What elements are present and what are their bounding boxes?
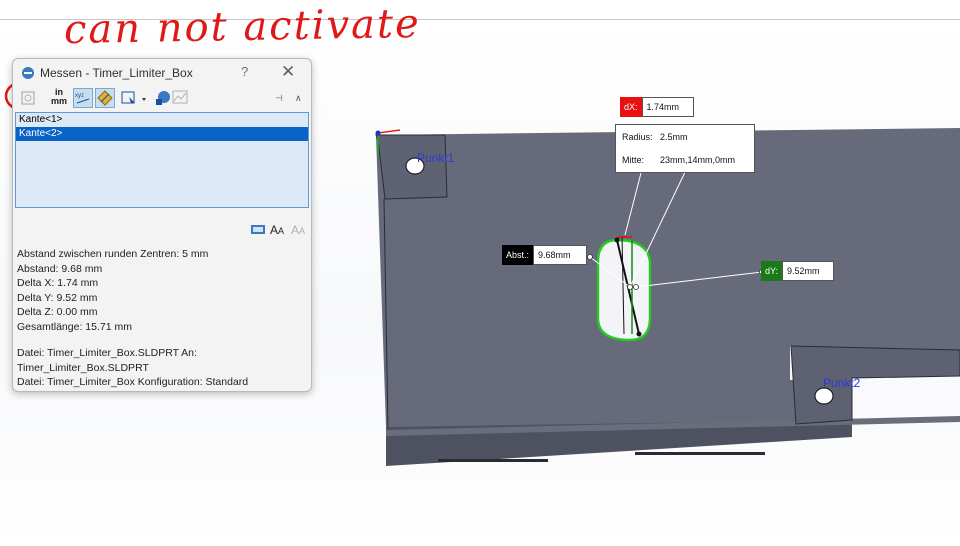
units-precision-button[interactable]: in mm: [50, 88, 68, 108]
file-info-line: Timer_Limiter_Box.SLDPRT: [17, 361, 149, 374]
radius-callout[interactable]: Radius: 2.5mm Mitte: 23mm,14mm,0mm: [615, 124, 755, 173]
help-button[interactable]: ?: [241, 64, 248, 79]
abst-callout[interactable]: Abst.: 9.68mm: [502, 245, 588, 265]
result-line: Delta Y: 9.52 mm: [17, 291, 98, 304]
dx-value: 1.74mm: [641, 97, 694, 117]
dialog-title: Messen - Timer_Limiter_Box: [40, 66, 193, 80]
svg-text:A: A: [278, 226, 284, 236]
units-bottom-label: mm: [50, 96, 67, 106]
point-to-point-icon[interactable]: [95, 88, 115, 108]
result-line: Gesamtlänge: 15.71 mm: [17, 320, 132, 333]
result-line: Abstand: 9.68 mm: [17, 262, 103, 275]
dy-key: dY:: [761, 261, 783, 281]
measure-dialog[interactable]: Messen - Timer_Limiter_Box ? ✕ in mm xyz…: [12, 58, 312, 392]
dx-callout[interactable]: dX: 1.74mm: [620, 97, 694, 117]
history-graph-icon[interactable]: [171, 88, 191, 108]
dialog-toolbar: in mm xyz ⊣ ∧: [13, 87, 311, 111]
result-line: Abstand zwischen runden Zentren: 5 mm: [17, 248, 209, 260]
arc-circle-measure-icon[interactable]: [17, 88, 39, 108]
result-line: Delta X: 1.74 mm: [17, 277, 99, 289]
font-size-icon[interactable]: AA: [270, 223, 284, 237]
svg-text:A: A: [291, 223, 299, 237]
svg-text:xyz: xyz: [75, 93, 84, 99]
mitte-key: Mitte:: [622, 155, 645, 165]
measure-app-icon: [22, 67, 34, 79]
show-xyz-icon[interactable]: xyz: [73, 88, 93, 108]
file-info-line: Datei: Timer_Limiter_Box Konfiguration: …: [17, 376, 249, 388]
abst-value: 9.68mm: [533, 245, 588, 265]
measure-results: Abstand zwischen runden Zentren: 5 mm Ab…: [17, 247, 307, 334]
hole-punkt2: [814, 387, 834, 405]
point1-label: Punkt1: [417, 151, 455, 165]
close-button[interactable]: ✕: [281, 62, 295, 82]
dialog-titlebar[interactable]: Messen - Timer_Limiter_Box ? ✕: [13, 59, 311, 87]
result-line: Delta Z: 0.00 mm: [17, 306, 98, 318]
radius-key: Radius:: [622, 132, 653, 142]
abst-key: Abst.:: [502, 245, 534, 265]
svg-text:A: A: [270, 223, 278, 237]
dy-value: 9.52mm: [782, 261, 835, 281]
selection-item-kante2[interactable]: Kante<2>: [16, 127, 308, 141]
file-info: Datei: Timer_Limiter_Box.SLDPRT An: Time…: [17, 346, 307, 390]
result-tools: AA AA: [249, 221, 309, 237]
projection-dropdown-icon[interactable]: [119, 88, 149, 108]
selection-list[interactable]: Kante<1> Kante<2>: [15, 112, 309, 208]
part-step-right: [790, 345, 960, 425]
dy-callout[interactable]: dY: 9.52mm: [761, 261, 835, 281]
svg-text:A: A: [299, 226, 305, 236]
file-info-line: Datei: Timer_Limiter_Box.SLDPRT An:: [17, 347, 197, 359]
annotation-text: can not activate: [63, 0, 422, 54]
selection-item-kante1[interactable]: Kante<1>: [16, 113, 308, 127]
point2-label: Punkt2: [823, 376, 861, 390]
pin-button[interactable]: ⊣: [275, 88, 287, 108]
mitte-value: 23mm,14mm,0mm: [660, 155, 736, 165]
radius-value: 2.5mm: [660, 132, 688, 142]
copy-results-icon[interactable]: [251, 225, 265, 234]
font-size-disabled-icon[interactable]: AA: [291, 223, 305, 237]
dx-key: dX:: [620, 97, 642, 117]
collapse-button[interactable]: ∧: [295, 88, 307, 108]
